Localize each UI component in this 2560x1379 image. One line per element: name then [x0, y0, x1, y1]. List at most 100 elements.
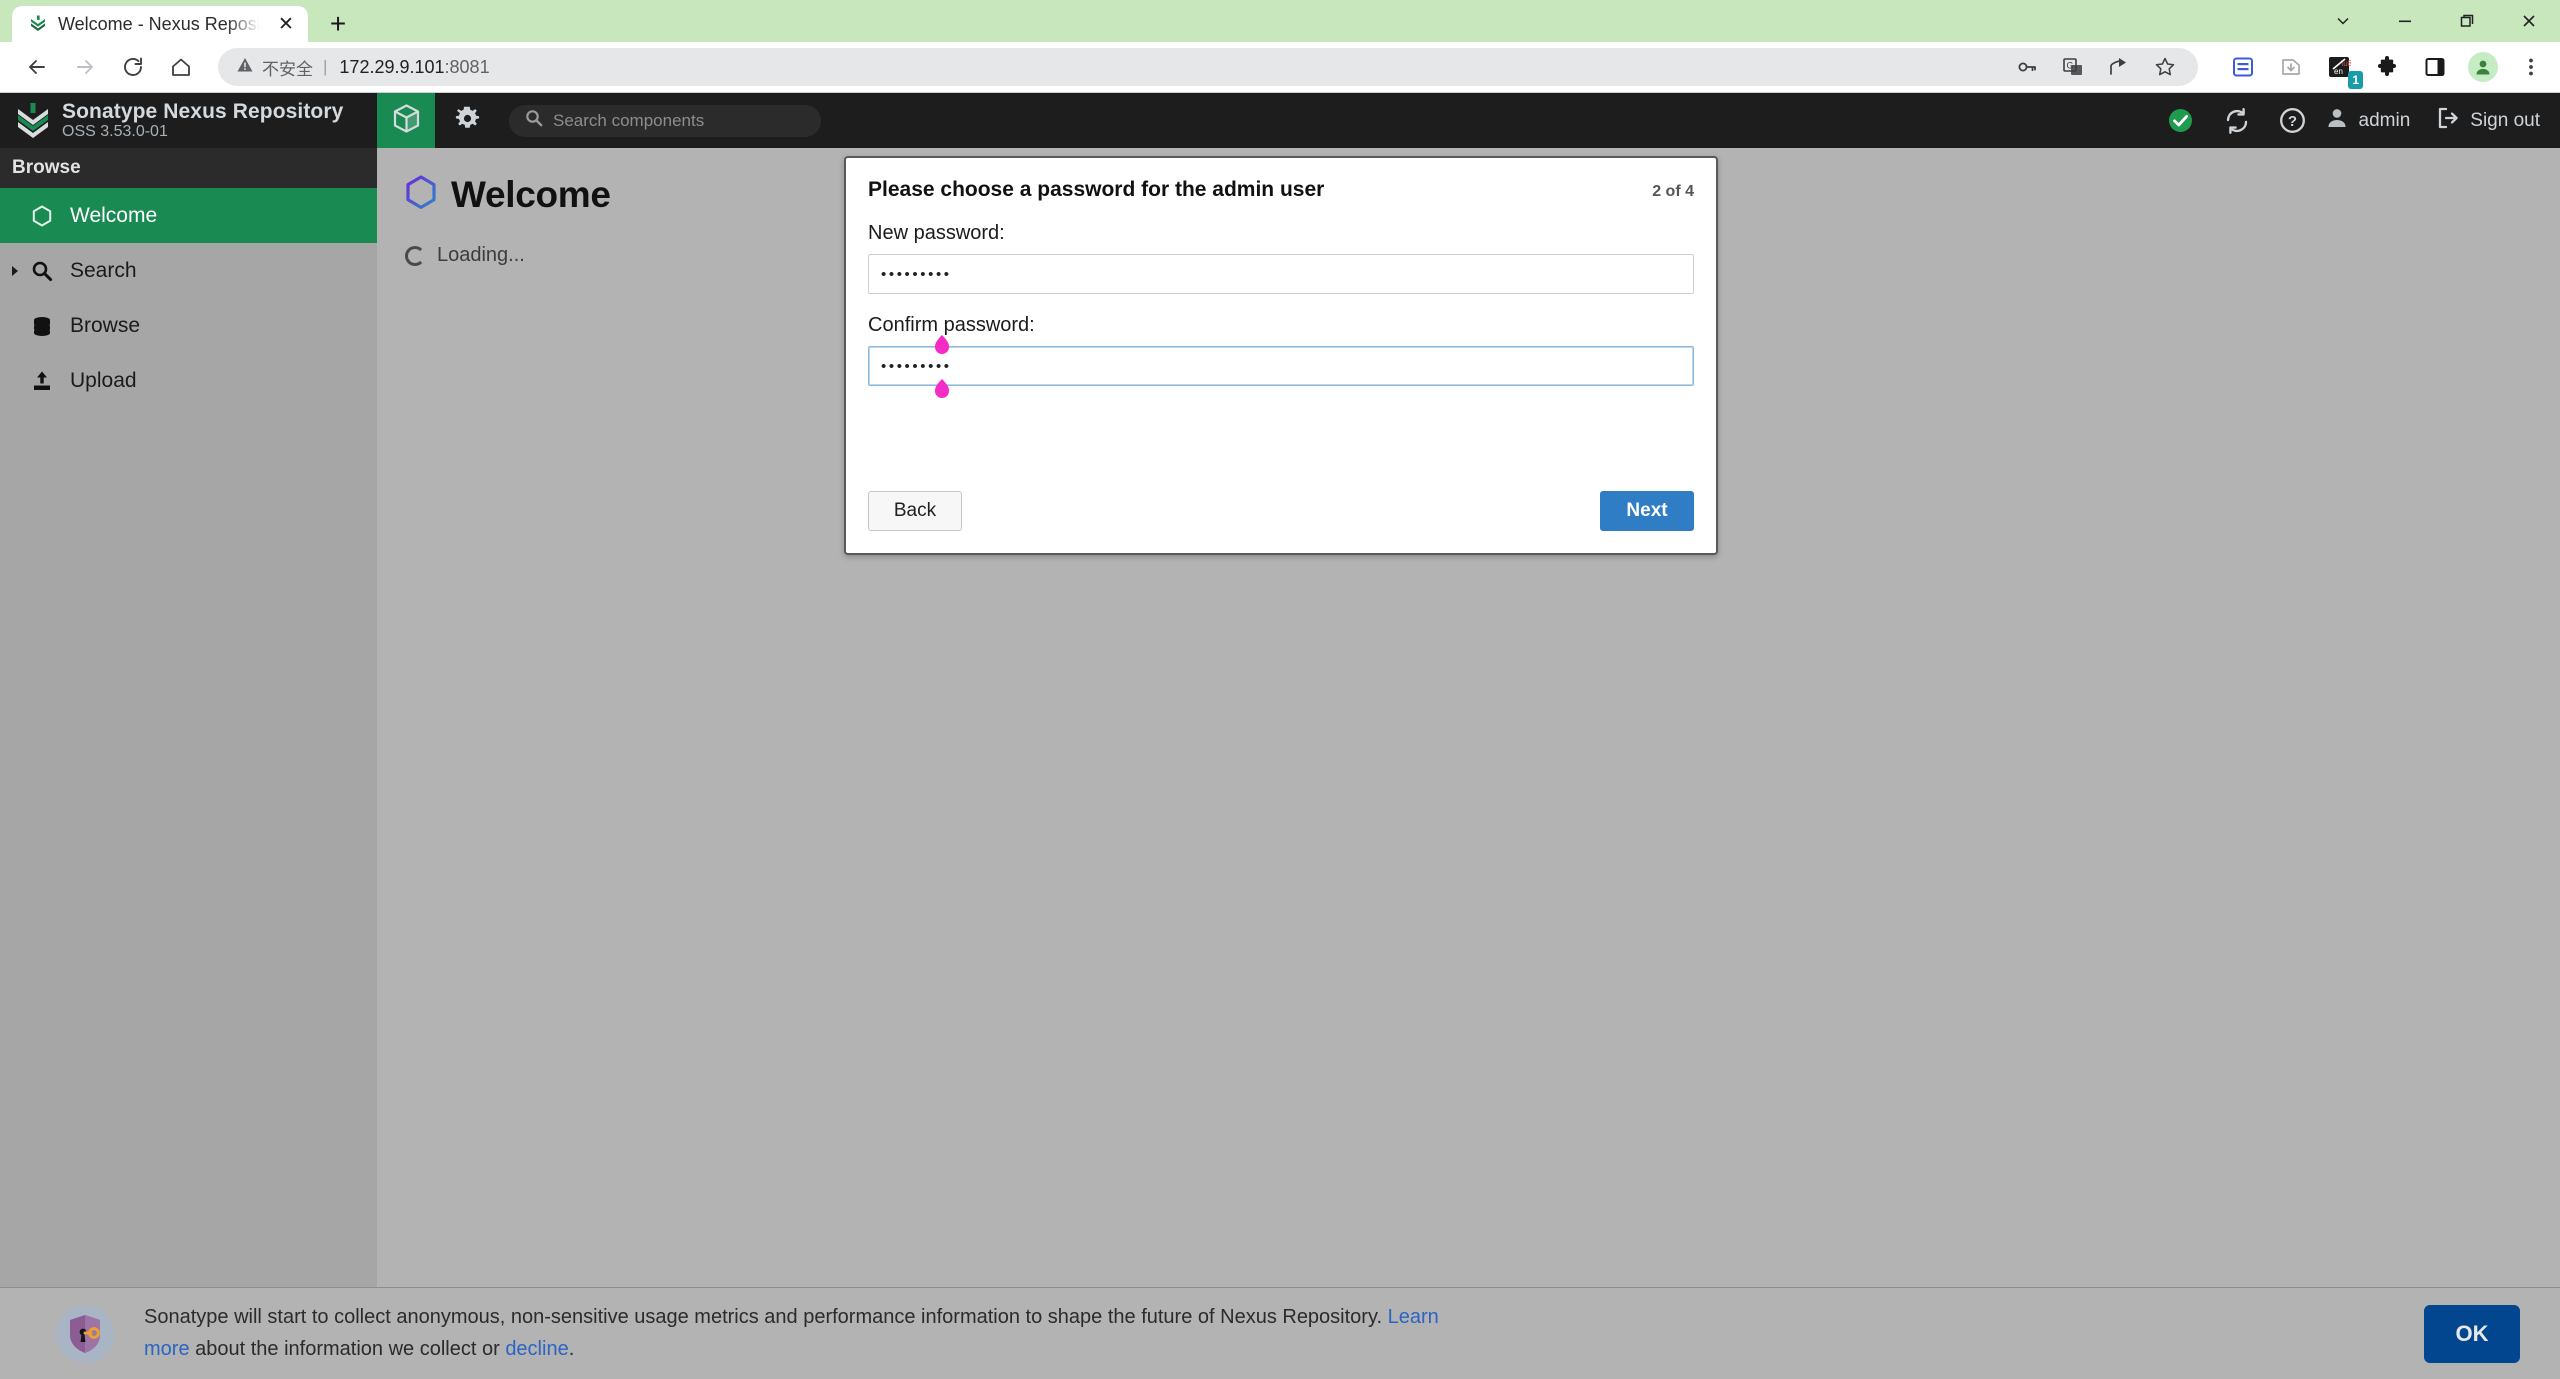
dialog-footer: Back Next	[868, 491, 1694, 553]
omnibox-actions: G	[1994, 52, 2180, 82]
search-placeholder: Search components	[553, 110, 705, 130]
confirm-password-input[interactable]: •••••••••	[868, 335, 1694, 398]
health-check-ok-icon[interactable]	[2153, 93, 2209, 148]
sidebar-item-label: Browse	[70, 313, 141, 337]
reload-icon[interactable]	[110, 44, 156, 90]
database-icon	[28, 315, 56, 337]
tab-title: Welcome - Nexus Repository M	[58, 13, 264, 34]
sidebar-heading: Browse	[0, 148, 377, 188]
sign-out-icon	[2436, 106, 2460, 136]
content-area: Welcome Loading... Please choose a passw…	[377, 148, 2560, 1287]
password-setup-dialog: Please choose a password for the admin u…	[844, 156, 1718, 555]
back-arrow-icon[interactable]	[14, 44, 60, 90]
header-actions: ? admin Sign out	[2153, 93, 2560, 148]
nexus-header: Sonatype Nexus Repository OSS 3.53.0-01	[0, 93, 2560, 148]
nexus-app: Sonatype Nexus Repository OSS 3.53.0-01	[0, 93, 2560, 1379]
avatar	[2468, 52, 2498, 82]
browser-titlebar: Welcome - Nexus Repository M ✕ +	[0, 0, 2560, 42]
nav-tab-admin[interactable]	[435, 93, 499, 148]
security-label: 不安全	[262, 59, 313, 79]
back-button[interactable]: Back	[868, 491, 962, 531]
home-icon[interactable]	[158, 44, 204, 90]
sidebar-item-label: Upload	[70, 368, 137, 392]
chrome-menu-icon[interactable]	[2516, 52, 2546, 82]
browser-tab[interactable]: Welcome - Nexus Repository M ✕	[12, 6, 308, 42]
new-password-input[interactable]: •••••••••	[868, 254, 1694, 294]
sidebar-item-upload[interactable]: Upload	[0, 353, 377, 408]
tab-close-icon[interactable]: ✕	[274, 12, 298, 36]
search-icon	[525, 109, 543, 132]
translate-icon[interactable]: G	[2058, 52, 2088, 82]
share-icon[interactable]	[2104, 52, 2134, 82]
password-key-icon[interactable]	[2012, 52, 2042, 82]
modal-overlay: Please choose a password for the admin u…	[377, 148, 2560, 1287]
tab-search-chevron-icon[interactable]	[2312, 0, 2374, 42]
sonatype-favicon-icon	[28, 14, 48, 34]
help-icon[interactable]: ?	[2265, 93, 2321, 148]
extensions-puzzle-icon[interactable]	[2372, 52, 2402, 82]
confirm-password-value: •••••••••	[881, 357, 952, 375]
refresh-icon[interactable]	[2209, 93, 2265, 148]
sidebar-item-welcome[interactable]: Welcome	[0, 188, 377, 243]
decline-link[interactable]: decline	[505, 1338, 568, 1360]
extension-icons: en\u8bd1 1	[2212, 52, 2546, 89]
privacy-banner-text: Sonatype will start to collect anonymous…	[144, 1302, 1464, 1365]
address-bar[interactable]: 不安全 | 172.29.9.101:8081 G	[218, 48, 2198, 86]
sidebar-item-label: Search	[70, 258, 137, 282]
user-name: admin	[2358, 109, 2411, 131]
dialog-title: Please choose a password for the admin u…	[868, 178, 1325, 201]
translation-extension-icon[interactable]: en\u8bd1 1	[2324, 52, 2363, 89]
search-icon	[28, 260, 56, 282]
url-text: 172.29.9.101:8081	[339, 56, 490, 77]
sign-out-button[interactable]: Sign out	[2422, 106, 2540, 136]
text-selection-handle-end-icon[interactable]	[931, 378, 953, 400]
brand[interactable]: Sonatype Nexus Repository OSS 3.53.0-01	[0, 93, 377, 148]
bookmark-star-icon[interactable]	[2150, 52, 2180, 82]
omnibox-separator: |	[323, 57, 328, 76]
svg-text:en: en	[2334, 67, 2343, 76]
shield-key-icon	[56, 1304, 114, 1363]
security-warning[interactable]: 不安全 |	[236, 55, 329, 80]
sign-out-label: Sign out	[2470, 109, 2540, 131]
new-password-value: •••••••••	[881, 265, 952, 283]
extension-badge: 1	[2348, 71, 2363, 89]
new-tab-button[interactable]: +	[316, 6, 360, 42]
reading-list-icon[interactable]	[2228, 52, 2258, 82]
banner-text-part3: .	[568, 1337, 575, 1360]
user-menu[interactable]: admin	[2321, 106, 2423, 136]
tab-strip: Welcome - Nexus Repository M ✕ +	[0, 0, 360, 42]
sidebar: Browse Welcome Search Browse Upload	[0, 148, 377, 1287]
text-selection-handle-start-icon[interactable]	[931, 334, 953, 356]
minimize-icon[interactable]	[2374, 0, 2436, 42]
next-button[interactable]: Next	[1600, 491, 1694, 531]
loading-text: Loading...	[437, 244, 525, 266]
chevron-right-icon[interactable]	[8, 265, 22, 277]
hexagon-gradient-icon	[405, 175, 437, 215]
cube-icon	[393, 103, 420, 138]
dialog-step-indicator: 2 of 4	[1652, 183, 1694, 200]
dialog-header: Please choose a password for the admin u…	[868, 178, 1694, 202]
forward-arrow-icon	[62, 44, 108, 90]
user-icon	[2325, 106, 2349, 136]
sidebar-item-label: Welcome	[70, 203, 158, 227]
page-title-text: Welcome	[451, 174, 611, 215]
nav-tab-browse[interactable]	[377, 93, 435, 148]
side-panel-icon[interactable]	[2420, 52, 2450, 82]
sidebar-item-search[interactable]: Search	[0, 243, 377, 298]
banner-text-part2: about the information we collect or	[189, 1337, 506, 1360]
profile-avatar-icon[interactable]	[2468, 52, 2498, 82]
sidebar-item-browse[interactable]: Browse	[0, 298, 377, 353]
gear-icon	[454, 105, 481, 137]
brand-title: Sonatype Nexus Repository	[62, 99, 344, 123]
download-icon[interactable]	[2276, 52, 2306, 82]
warning-triangle-icon	[236, 56, 254, 79]
restore-icon[interactable]	[2436, 0, 2498, 42]
close-icon[interactable]	[2498, 0, 2560, 42]
search-components-input[interactable]: Search components	[509, 104, 821, 137]
brand-text: Sonatype Nexus Repository OSS 3.53.0-01	[62, 100, 343, 141]
spinner-icon	[405, 245, 425, 266]
ok-button[interactable]: OK	[2424, 1304, 2520, 1363]
banner-text-part1: Sonatype will start to collect anonymous…	[144, 1305, 1388, 1328]
brand-version: OSS 3.53.0-01	[62, 123, 168, 141]
upload-icon	[28, 370, 56, 392]
